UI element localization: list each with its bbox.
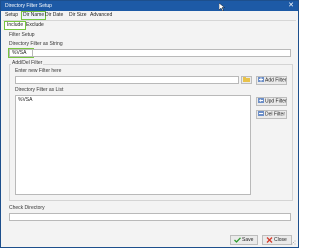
tab-setup[interactable]: Setup xyxy=(4,12,19,19)
filter-list-item[interactable]: %VSA xyxy=(18,97,250,103)
checkmark-icon xyxy=(234,237,241,243)
add-filter-label: Add Filter xyxy=(265,77,287,84)
tab-divider xyxy=(3,20,296,21)
upd-filter-button[interactable]: Upd Filter xyxy=(256,97,287,106)
resize-grip-icon[interactable] xyxy=(291,240,296,245)
new-filter-input[interactable] xyxy=(15,76,239,84)
tab-dir-date[interactable]: Dir Date xyxy=(44,12,64,19)
folder-icon xyxy=(243,77,250,83)
window-close-icon[interactable]: ✕ xyxy=(287,2,295,10)
close-button[interactable]: Close xyxy=(262,235,292,245)
subtab-exclude[interactable]: Exclude xyxy=(24,22,46,29)
directory-filter-setup-window: Directory Filter Setup ✕ Setup Dir Name … xyxy=(0,0,299,248)
tab-dir-size[interactable]: Dir Size xyxy=(68,12,88,19)
upd-filter-label: Upd Filter xyxy=(265,98,287,105)
top-tab-bar: Setup Dir Name Dir Date Dir Size Advance… xyxy=(1,11,298,20)
tab-dir-name[interactable]: Dir Name xyxy=(20,11,47,20)
mouse-cursor-icon xyxy=(219,3,225,11)
subtab-include[interactable]: Include xyxy=(3,21,27,30)
close-label: Close xyxy=(274,237,287,243)
add-filter-icon xyxy=(258,77,264,82)
check-directory-input[interactable] xyxy=(9,213,291,221)
tab-advanced[interactable]: Advanced xyxy=(89,12,113,19)
add-filter-button[interactable]: Add Filter xyxy=(256,76,287,85)
delete-filter-icon xyxy=(258,111,264,116)
filter-string-input[interactable]: %VSA xyxy=(8,48,34,58)
filter-string-input-rest[interactable] xyxy=(33,49,291,57)
filter-setup-label: Filter Setup xyxy=(9,32,35,38)
del-filter-button[interactable]: Del Filter xyxy=(256,110,287,119)
save-label: Save xyxy=(242,237,254,243)
window-title: Directory Filter Setup xyxy=(5,3,52,9)
new-filter-label: Enter new Filter here xyxy=(15,68,62,74)
update-filter-icon xyxy=(258,98,264,103)
filter-list[interactable]: %VSA xyxy=(15,95,251,195)
check-directory-label: Check Directory xyxy=(9,205,45,211)
close-icon xyxy=(266,236,273,243)
title-bar: Directory Filter Setup ✕ xyxy=(1,1,298,11)
del-filter-label: Del Filter xyxy=(265,111,286,118)
save-button[interactable]: Save xyxy=(230,235,258,245)
filter-string-label: Directory Filter as String xyxy=(9,41,63,47)
filter-list-label: Directory Filter as List xyxy=(15,87,64,93)
add-del-filter-label: Add/Del Filter xyxy=(11,60,44,66)
browse-button[interactable] xyxy=(241,76,252,84)
